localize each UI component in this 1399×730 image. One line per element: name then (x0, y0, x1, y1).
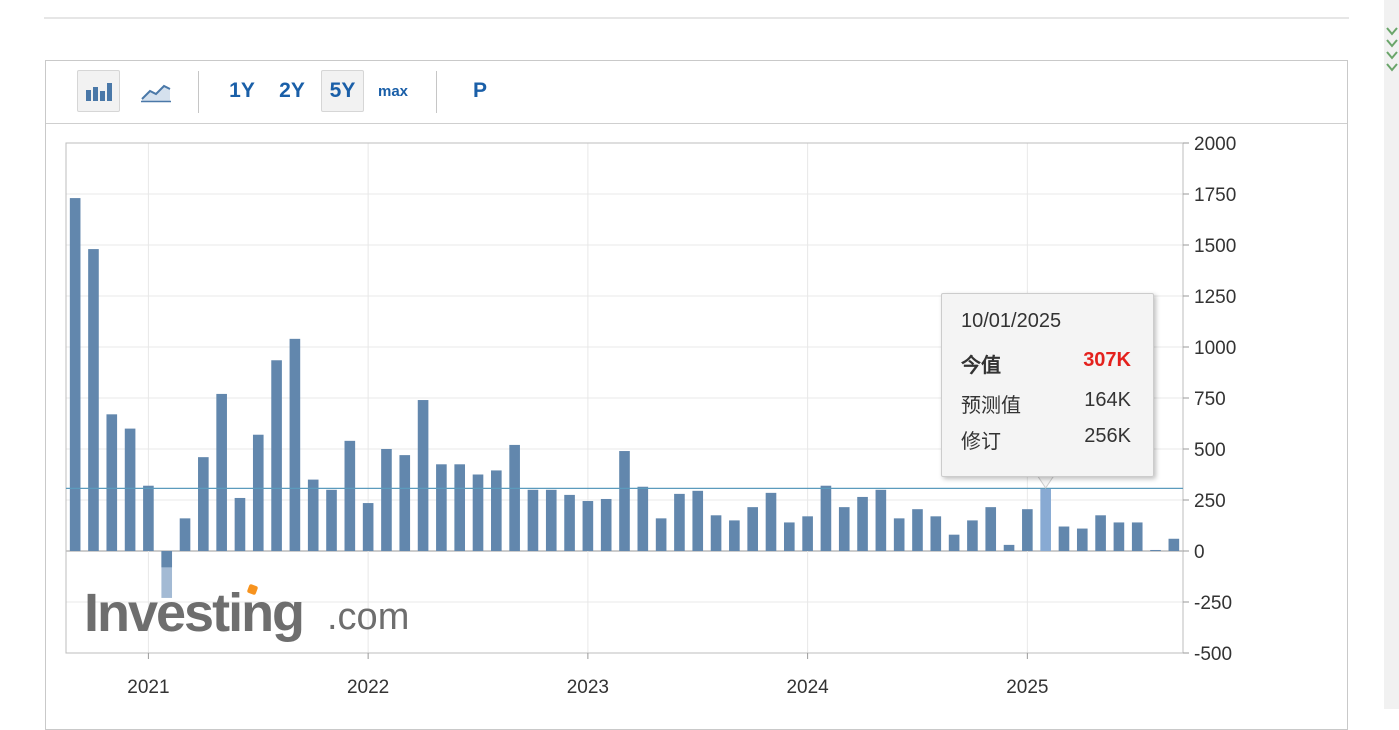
data-bar[interactable] (1095, 515, 1106, 551)
data-bar[interactable] (124, 428, 136, 551)
tooltip-forecast-value: 164K (1084, 389, 1131, 411)
data-bar[interactable] (820, 485, 832, 551)
data-bar[interactable] (674, 493, 685, 551)
data-bar[interactable] (454, 464, 466, 551)
tooltip-pointer (1036, 475, 1055, 489)
x-tick-label: 2022 (347, 677, 389, 698)
data-bar[interactable] (802, 516, 813, 551)
data-bar[interactable] (271, 360, 282, 551)
data-bar[interactable] (344, 440, 356, 551)
y-tick-label: 1000 (1194, 338, 1236, 359)
data-bar[interactable] (985, 507, 997, 551)
y-tick-label: -250 (1194, 593, 1232, 614)
x-tick-label: 2023 (567, 677, 609, 698)
data-bar[interactable] (1131, 522, 1143, 551)
x-axis: 2021 2022 2023 2024 2025 (127, 653, 1048, 698)
data-bar[interactable] (491, 470, 502, 551)
data-bar[interactable] (161, 551, 173, 568)
data-bar[interactable] (436, 464, 447, 551)
data-tooltip: 10/01/2025 今值 307K 预测值 164K 修订 256K (941, 293, 1154, 477)
data-bar[interactable] (747, 507, 758, 551)
data-bar[interactable] (1022, 509, 1033, 551)
data-bar[interactable] (1076, 528, 1088, 551)
data-bar[interactable] (509, 444, 520, 551)
data-bar[interactable] (234, 497, 246, 551)
logo-brand: Investing (84, 583, 305, 643)
tooltip-actual-label: 今值 (961, 355, 1001, 377)
logo-suffix: .com (327, 596, 410, 638)
data-bar[interactable] (838, 507, 850, 551)
data-bar[interactable] (857, 496, 868, 551)
data-bar[interactable] (637, 486, 649, 551)
data-bar[interactable] (289, 338, 301, 551)
data-bar[interactable] (692, 490, 704, 551)
data-bar[interactable] (527, 489, 539, 551)
data-bar[interactable] (307, 479, 319, 551)
data-bar[interactable] (216, 393, 227, 551)
data-bar[interactable] (143, 485, 154, 551)
y-tick-label: 2000 (1194, 134, 1236, 155)
tooltip-actual-value: 307K (1083, 349, 1131, 371)
y-tick-label: 1250 (1194, 287, 1236, 308)
data-bar[interactable] (1113, 522, 1125, 551)
data-bar[interactable] (893, 518, 905, 551)
data-bar[interactable] (252, 434, 264, 551)
data-bar[interactable] (179, 518, 191, 551)
data-bar[interactable] (326, 489, 337, 551)
y-tick-label: -500 (1194, 644, 1232, 665)
data-bar[interactable] (967, 520, 978, 551)
tooltip-previous-value: 256K (1084, 425, 1131, 447)
tooltip-forecast-label: 预测值 (961, 395, 1021, 417)
x-tick-label: 2021 (127, 677, 169, 698)
data-bar[interactable] (1168, 538, 1180, 551)
data-bar[interactable] (619, 451, 630, 551)
y-tick-label: 750 (1194, 389, 1226, 410)
data-bar[interactable] (600, 498, 612, 551)
data-bar[interactable] (912, 509, 923, 551)
data-bar[interactable] (381, 449, 392, 551)
data-bar[interactable] (545, 489, 557, 551)
y-tick-label: 1500 (1194, 236, 1236, 257)
y-axis: 2000 1750 1500 1250 1000 750 500 250 0 -250 -500 (1183, 134, 1236, 665)
tooltip-date: 10/01/2025 (961, 310, 1062, 332)
data-bar[interactable] (198, 457, 209, 551)
data-bar[interactable] (472, 474, 484, 552)
data-bar[interactable] (582, 501, 594, 551)
y-tick-label: 0 (1194, 542, 1205, 563)
data-bar[interactable] (1150, 549, 1161, 551)
data-bar[interactable] (765, 492, 777, 551)
x-tick-label: 2025 (1006, 677, 1048, 698)
data-bar[interactable] (362, 503, 374, 551)
data-bar[interactable] (399, 455, 411, 551)
data-bar[interactable] (948, 534, 960, 551)
x-tick-label: 2024 (786, 677, 829, 698)
data-bar[interactable] (655, 518, 667, 551)
data-bar[interactable] (106, 414, 118, 551)
data-bar[interactable] (1003, 544, 1015, 551)
data-bar[interactable] (729, 520, 740, 551)
data-bar[interactable] (783, 522, 795, 551)
data-bar[interactable] (88, 249, 99, 551)
y-tick-label: 1750 (1194, 185, 1236, 206)
data-bar[interactable] (875, 489, 887, 551)
y-tick-label: 250 (1194, 491, 1226, 512)
data-bar[interactable] (417, 400, 429, 551)
y-tick-label: 500 (1194, 440, 1226, 461)
data-bar[interactable] (1040, 488, 1051, 551)
tooltip-previous-label: 修订 (961, 431, 1001, 453)
data-bar[interactable] (564, 494, 575, 551)
data-bar[interactable] (69, 198, 81, 551)
data-bar[interactable] (710, 515, 722, 551)
data-bar[interactable] (1058, 526, 1070, 551)
data-bar[interactable] (930, 516, 942, 551)
